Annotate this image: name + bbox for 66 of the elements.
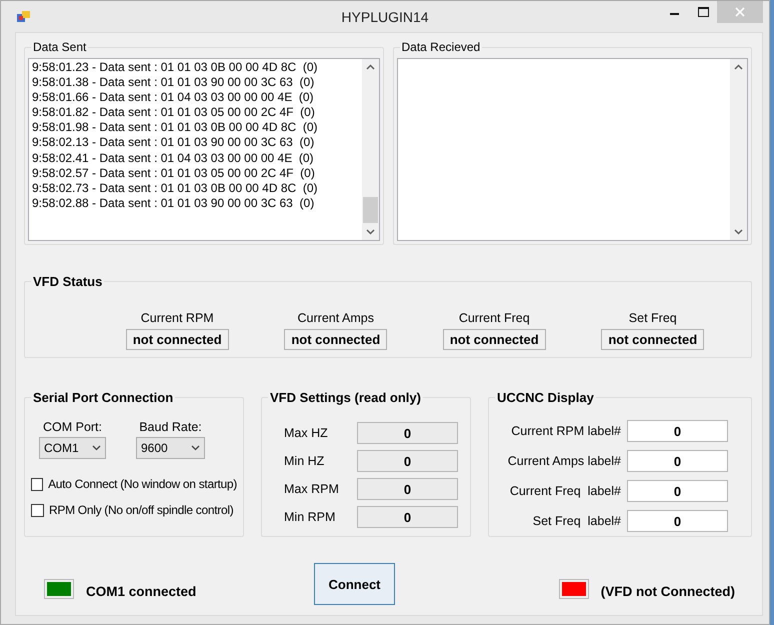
log-line: 9:58:01.23 - Data sent : 01 01 03 0B 00 00 4D 8C (0) [32, 60, 319, 76]
readonly-field: 0 [357, 478, 458, 500]
caret-icon [92, 445, 101, 451]
group-title: Data Recieved [400, 40, 482, 54]
scroll-down-icon[interactable] [734, 229, 743, 235]
log-line: 9:58:02.57 - Data sent : 01 01 03 05 00 00 2C 4F (0) [32, 166, 316, 181]
group-title: Data Sent [31, 40, 88, 54]
status-value: not connected [126, 329, 229, 350]
field-label: Set Freq [628, 311, 677, 325]
log-line: 9:58:02.13 - Data sent : 01 01 03 90 00 00 3C 63 (0) [32, 135, 316, 151]
checkbox-label: Auto Connect (No window on startup) [48, 477, 237, 491]
field-label: Set Freq label# [532, 514, 621, 528]
field-label: Min HZ [284, 454, 324, 468]
field-label: Current RPM label# [511, 424, 621, 438]
group-title: VFD Status [31, 274, 104, 289]
maximize-icon [698, 7, 708, 17]
log-line: 9:58:02.73 - Data sent : 01 01 03 0B 00 00 4D 8C (0) [32, 180, 319, 196]
log-line: 9:58:01.66 - Data sent : 01 04 03 03 00 00 00 4E (0) [32, 90, 315, 106]
field-label: COM Port: [42, 420, 102, 434]
scrollbar[interactable] [362, 59, 378, 240]
group-title: UCCNC Display [495, 390, 596, 405]
window-title: HYPLUGIN14 [341, 8, 429, 24]
log-line: 9:58:02.41 - Data sent : 01 04 03 03 00 00 00 4E (0) [32, 150, 315, 166]
field-label: Min RPM [284, 510, 336, 524]
status-value: not connected [601, 329, 704, 350]
checkbox[interactable] [31, 478, 44, 490]
caret-icon [191, 445, 200, 451]
connect-button[interactable]: Connect [314, 563, 396, 605]
checkbox-label: RPM Only (No on/off spindle control) [49, 503, 234, 517]
scroll-down-icon[interactable] [366, 229, 374, 235]
log-line: 9:58:01.38 - Data sent : 01 01 03 90 00 00 3C 63 (0) [32, 75, 316, 90]
field-label: Max HZ [284, 426, 328, 440]
field-label: Baud Rate: [139, 420, 202, 434]
field-label: Current Amps [298, 311, 374, 325]
group-title: VFD Settings (read only) [268, 390, 423, 405]
log-line: 9:58:02.88 - Data sent : 01 01 03 90 00 00 3C 63 (0) [32, 196, 316, 211]
input-field[interactable]: 0 [627, 420, 728, 442]
close-icon [735, 7, 745, 17]
input-field[interactable]: 0 [627, 480, 728, 502]
readonly-field: 0 [357, 450, 458, 472]
status-indicator [44, 578, 74, 598]
status-value: not connected [284, 329, 388, 350]
app-icon [17, 10, 31, 22]
status-value: not connected [442, 329, 546, 350]
group-title: Serial Port Connection [31, 390, 176, 405]
baud-rate-dropdown[interactable]: 9600 [136, 437, 205, 459]
checkbox[interactable] [31, 504, 44, 516]
com-port-dropdown[interactable]: COM1 [39, 437, 106, 459]
status-indicator [558, 578, 589, 598]
readonly-field: 0 [357, 422, 458, 444]
field-label: Max RPM [284, 482, 339, 496]
input-field[interactable]: 0 [627, 510, 728, 532]
scrollbar[interactable] [730, 59, 747, 240]
scroll-up-icon[interactable] [734, 64, 743, 70]
status-label: COM1 connected [86, 584, 196, 599]
input-field[interactable]: 0 [627, 450, 728, 472]
field-label: Current RPM [140, 311, 214, 325]
scroll-thumb[interactable] [362, 197, 378, 223]
status-label: (VFD not Connected) [600, 584, 735, 599]
field-label: Current Freq [458, 311, 530, 325]
field-label: Current Freq label# [510, 484, 621, 498]
scroll-up-icon[interactable] [366, 64, 374, 70]
field-label: Current Amps label# [508, 454, 621, 468]
readonly-field: 0 [357, 506, 458, 528]
log-line: 9:58:01.98 - Data sent : 01 01 03 0B 00 00 4D 8C (0) [32, 120, 319, 136]
log-line: 9:58:01.82 - Data sent : 01 01 03 05 00 00 2C 4F (0) [32, 105, 316, 120]
